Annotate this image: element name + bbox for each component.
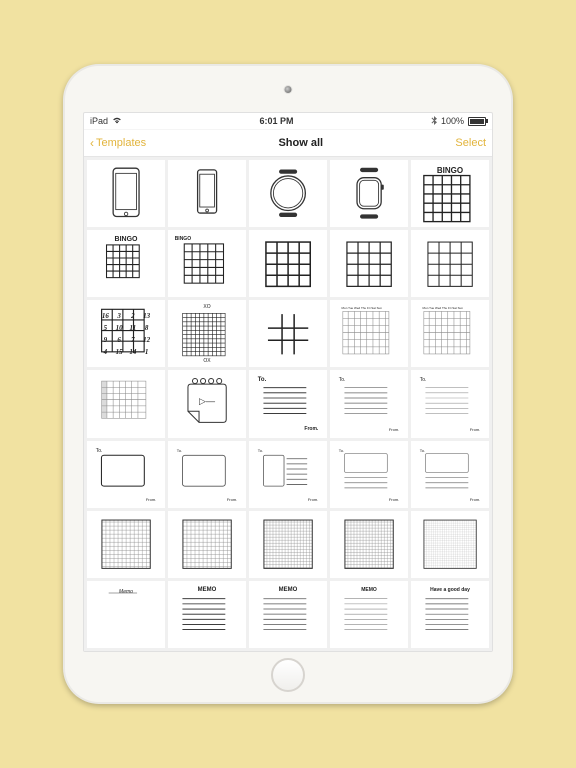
puzzle-cell: 13 — [140, 310, 154, 322]
template-card-lines[interactable]: To. From. — [330, 441, 408, 508]
screen: iPad 6:01 PM 100% ‹ Templates Show all S — [83, 112, 493, 652]
template-week-planner-2[interactable]: Mon Tue Wed Thu Fri Sat Sun — [411, 300, 489, 367]
template-apple-watch[interactable] — [330, 160, 408, 227]
template-letter-medium[interactable]: To. From. — [330, 370, 408, 437]
to-label-7: To. — [339, 448, 344, 453]
select-button[interactable]: Select — [455, 137, 486, 149]
from-label-6: From. — [308, 497, 318, 502]
good-day-title: Have a good day — [416, 587, 485, 593]
back-button[interactable]: ‹ Templates — [90, 137, 146, 149]
xo-top-label: XO — [203, 304, 210, 310]
templates-grid: BINGO BINGO BINGO — [84, 157, 492, 651]
battery-icon — [468, 117, 486, 126]
puzzle-cell: 11 — [126, 322, 140, 334]
page-title: Show all — [278, 137, 323, 149]
chevron-left-icon: ‹ — [90, 137, 94, 149]
memo-title-1: Memo — [92, 589, 161, 595]
to-label-4: To. — [96, 448, 103, 454]
device-camera — [285, 86, 292, 93]
from-label-8: From. — [470, 497, 480, 502]
to-label-5: To. — [177, 448, 182, 453]
template-bingo-center[interactable]: BINGO — [87, 230, 165, 297]
template-tictactoe[interactable] — [249, 300, 327, 367]
template-grid-4x4-thin[interactable] — [411, 230, 489, 297]
template-number-puzzle[interactable]: 163213 510118 96712 415141 — [87, 300, 165, 367]
to-label-8: To. — [420, 448, 425, 453]
home-button[interactable] — [271, 658, 305, 692]
to-label-3: To. — [420, 377, 427, 383]
from-label-4: From. — [146, 497, 156, 502]
bingo-title-2: BINGO — [92, 236, 161, 243]
template-week-planner-1[interactable]: Mon Tue Wed Thu Fri Sat Sun — [330, 300, 408, 367]
puzzle-cell: 16 — [99, 310, 113, 322]
memo-title-4: MEMO — [335, 587, 404, 593]
puzzle-cell: 6 — [112, 334, 126, 346]
puzzle-cell: 2 — [126, 310, 140, 322]
template-graph-paper-3[interactable] — [249, 511, 327, 578]
ipad-device-frame: iPad 6:01 PM 100% ‹ Templates Show all S — [63, 64, 513, 704]
template-letter-light[interactable]: To. From. — [411, 370, 489, 437]
to-label: To. — [258, 377, 267, 383]
puzzle-cell: 15 — [112, 346, 126, 358]
back-label: Templates — [96, 137, 146, 149]
from-label: From. — [304, 426, 318, 432]
puzzle-cell: 1 — [140, 346, 154, 358]
template-week-planner-3[interactable] — [87, 370, 165, 437]
puzzle-cell: 5 — [99, 322, 113, 334]
status-bar: iPad 6:01 PM 100% — [84, 113, 492, 130]
navigation-bar: ‹ Templates Show all Select — [84, 130, 492, 157]
puzzle-cell: 14 — [126, 346, 140, 358]
from-label-2: From. — [389, 427, 399, 432]
template-good-day[interactable]: Have a good day — [411, 581, 489, 648]
status-device-label: iPad — [90, 116, 108, 126]
template-ipad-small[interactable] — [168, 160, 246, 227]
template-card-lines-2[interactable]: To. From. — [411, 441, 489, 508]
template-memo-medium[interactable]: MEMO — [249, 581, 327, 648]
template-ipad-portrait[interactable] — [87, 160, 165, 227]
puzzle-cell: 4 — [99, 346, 113, 358]
svg-text:▷—: ▷— — [199, 396, 216, 406]
template-xo-grid[interactable]: XO OX — [168, 300, 246, 367]
status-time: 6:01 PM — [259, 116, 293, 126]
template-memo-script[interactable]: Memo — [87, 581, 165, 648]
to-label-2: To. — [339, 377, 346, 383]
memo-title-2: MEMO — [173, 587, 242, 593]
template-round-watch[interactable] — [249, 160, 327, 227]
template-bingo-topleft[interactable]: BINGO — [168, 230, 246, 297]
template-graph-paper-1[interactable] — [87, 511, 165, 578]
puzzle-cell: 7 — [126, 334, 140, 346]
ox-bottom-label: OX — [203, 358, 210, 364]
from-label-7: From. — [389, 497, 399, 502]
template-card-split[interactable]: To. From. — [249, 441, 327, 508]
weekday-header-2: Mon Tue Wed Thu Fri Sat Sun — [423, 306, 482, 310]
template-graph-paper-fine[interactable] — [411, 511, 489, 578]
from-label-5: From. — [227, 497, 237, 502]
template-memo-bold[interactable]: MEMO — [168, 581, 246, 648]
template-grid-4x4-medium[interactable] — [330, 230, 408, 297]
template-sticky-note[interactable]: ▷— — [168, 370, 246, 437]
bingo-title-3: BINGO — [175, 236, 191, 242]
to-label-6: To. — [258, 448, 263, 453]
puzzle-cell: 10 — [112, 322, 126, 334]
puzzle-cell: 8 — [140, 322, 154, 334]
template-bingo-large[interactable]: BINGO — [411, 160, 489, 227]
template-card-bold[interactable]: To. From. — [87, 441, 165, 508]
weekday-header: Mon Tue Wed Thu Fri Sat Sun — [342, 306, 401, 310]
template-memo-light[interactable]: MEMO — [330, 581, 408, 648]
template-graph-paper-4[interactable] — [330, 511, 408, 578]
puzzle-cell: 3 — [112, 310, 126, 322]
template-graph-paper-2[interactable] — [168, 511, 246, 578]
bluetooth-icon — [431, 116, 437, 127]
battery-percent: 100% — [441, 116, 464, 126]
memo-title-3: MEMO — [254, 587, 323, 593]
from-label-3: From. — [470, 427, 480, 432]
puzzle-cell: 9 — [99, 334, 113, 346]
bingo-title: BINGO — [416, 166, 485, 175]
template-card-medium[interactable]: To. From. — [168, 441, 246, 508]
wifi-icon — [112, 116, 122, 126]
puzzle-cell: 12 — [140, 334, 154, 346]
template-grid-4x4-thick[interactable] — [249, 230, 327, 297]
template-letter-bold[interactable]: To. From. — [249, 370, 327, 437]
